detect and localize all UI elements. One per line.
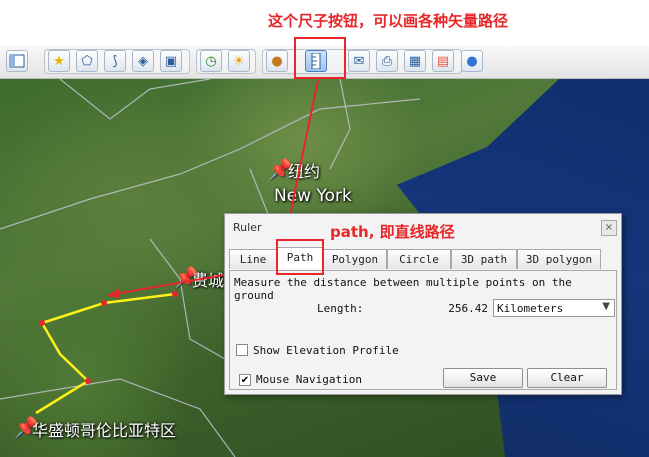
mouse-navigation-label: Mouse Navigation <box>256 373 362 386</box>
add-image-overlay-button[interactable]: ◈ <box>132 50 154 72</box>
check-icon: ✔ <box>240 375 250 386</box>
tab-3d-polygon[interactable]: 3D polygon <box>517 249 601 269</box>
tab-circle[interactable]: Circle <box>387 249 451 269</box>
ruler-highlight-box <box>294 37 346 79</box>
historical-imagery-button[interactable]: ◷ <box>200 50 222 72</box>
length-value: 256.42 <box>448 302 488 315</box>
label-newyork-cn: 纽约 <box>288 162 321 181</box>
overlay-icon: ◈ <box>138 53 148 69</box>
annotation-top-text: 这个尺子按钮，可以画各种矢量路径 <box>268 12 509 30</box>
path-icon: ⟆ <box>112 53 118 69</box>
tab-line[interactable]: Line <box>229 249 277 269</box>
print-button[interactable]: ⎙ <box>376 50 398 72</box>
dialog-title: Ruler <box>233 221 262 234</box>
clock-icon: ◷ <box>205 53 217 69</box>
show-elevation-label: Show Elevation Profile <box>253 344 399 357</box>
planets-button[interactable]: ● <box>266 50 288 72</box>
view-in-maps-button[interactable]: ▤ <box>432 50 454 72</box>
email-button[interactable]: ✉ <box>348 50 370 72</box>
label-newyork-en: New York <box>274 186 352 206</box>
sunlight-button[interactable]: ☀ <box>228 50 250 72</box>
add-polygon-button[interactable]: ⬠ <box>76 50 98 72</box>
sun-icon: ☀ <box>233 53 245 69</box>
record-tour-button[interactable]: ▣ <box>160 50 182 72</box>
add-placemark-button[interactable]: ★ <box>48 50 70 72</box>
polygon-icon: ⬠ <box>81 53 93 69</box>
save-image-button[interactable]: ▦ <box>404 50 426 72</box>
print-icon: ⎙ <box>381 53 393 69</box>
unit-value: Kilometers <box>497 302 564 315</box>
label-philly-cn: 费城 <box>192 271 225 290</box>
earth-button[interactable]: ● <box>461 50 483 72</box>
mouse-navigation-checkbox[interactable]: ✔ <box>239 374 251 386</box>
path-tab-highlight-box <box>276 239 324 275</box>
close-button[interactable]: × <box>601 220 617 236</box>
sidebar-icon <box>9 54 25 68</box>
email-icon: ✉ <box>353 53 365 69</box>
sidebar-toggle-button[interactable] <box>6 50 28 72</box>
annotation-path-text: path, 即直线路径 <box>330 223 455 241</box>
label-dc-cn: 华盛顿哥伦比亚特区 <box>32 421 177 440</box>
save-button[interactable]: Save <box>443 368 523 388</box>
placemark-icon: ★ <box>53 53 65 69</box>
tour-icon: ▣ <box>164 53 178 69</box>
image-icon: ▦ <box>408 53 422 69</box>
show-elevation-checkbox[interactable] <box>236 344 248 356</box>
unit-select[interactable]: Kilometers ▼ <box>493 299 615 317</box>
planet-icon: ● <box>271 53 283 69</box>
tab-3d-path[interactable]: 3D path <box>451 249 517 269</box>
maps-icon: ▤ <box>436 53 450 69</box>
globe-icon: ● <box>466 53 478 69</box>
add-path-button[interactable]: ⟆ <box>104 50 126 72</box>
clear-button[interactable]: Clear <box>527 368 607 388</box>
tab-polygon[interactable]: Polygon <box>323 249 387 269</box>
length-label: Length: <box>317 302 364 315</box>
chevron-down-icon: ▼ <box>602 301 610 312</box>
